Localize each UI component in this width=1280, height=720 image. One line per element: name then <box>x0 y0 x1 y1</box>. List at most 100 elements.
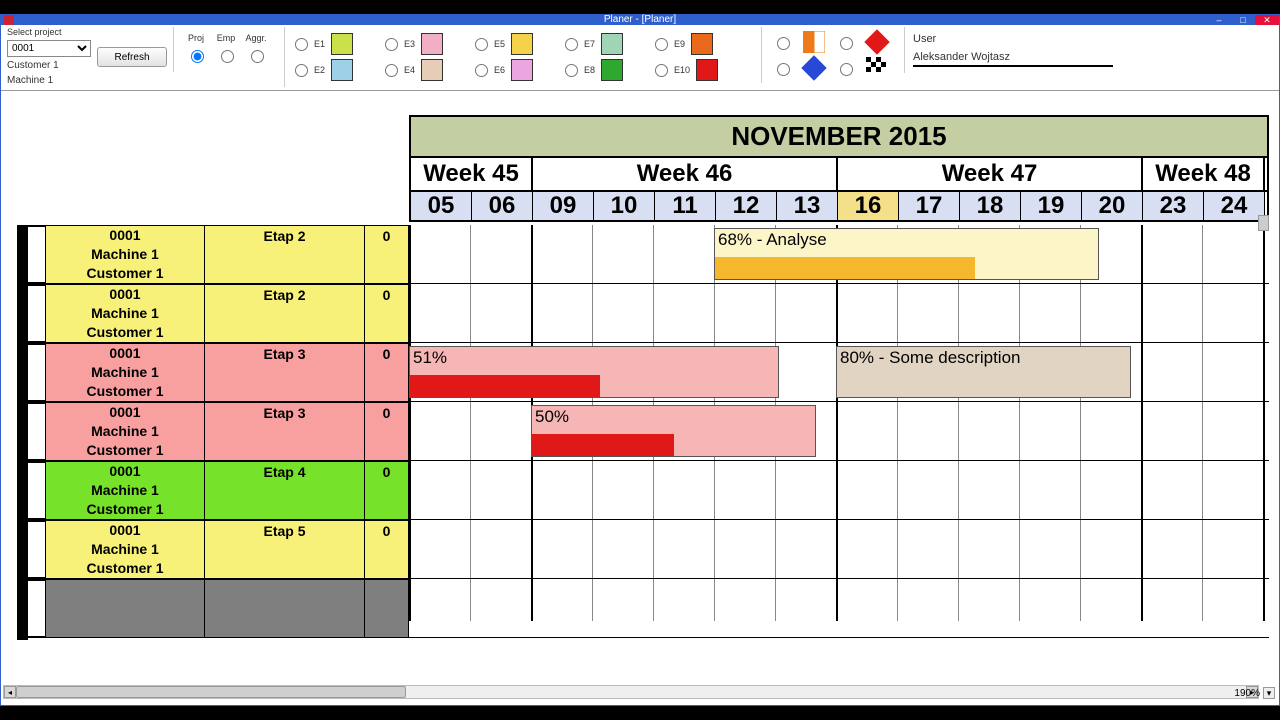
scroll-left-button[interactable]: ◂ <box>4 686 16 698</box>
etap-swatch-E4 <box>421 59 443 81</box>
maximize-button[interactable]: □ <box>1231 15 1255 25</box>
etap-label-E7: E7 <box>584 39 595 49</box>
etap-label-E2: E2 <box>314 65 325 75</box>
row-project-cell: 0001Machine 1Customer 1 <box>45 225 205 284</box>
row-zero-cell: 0 <box>365 284 409 343</box>
etap-label-E4: E4 <box>404 65 415 75</box>
user-name: Aleksander Wojtasz <box>913 51 1113 67</box>
zoom-out-button[interactable]: ▾ <box>1263 687 1275 699</box>
day-header: 13 <box>777 192 838 220</box>
radio-head-aggr: Aggr. <box>244 33 268 43</box>
bar-progress <box>715 257 975 279</box>
row-project-cell: 0001Machine 1Customer 1 <box>45 461 205 520</box>
etap-label-E3: E3 <box>404 39 415 49</box>
etap-radio-E7[interactable] <box>565 38 578 51</box>
row-handle[interactable] <box>17 225 45 284</box>
gantt-bar[interactable]: 51% <box>409 346 779 398</box>
gantt-bar[interactable]: 50% <box>531 405 816 457</box>
gantt-bar[interactable]: 80% - Some description <box>836 346 1131 398</box>
etap-radio-E1[interactable] <box>295 38 308 51</box>
gantt-row: 0001Machine 1Customer 1 Etap 2 0 <box>17 284 1269 343</box>
project-select[interactable]: 0001 <box>7 40 91 57</box>
extra-radio-3[interactable] <box>777 63 790 76</box>
select-project-label: Select project <box>7 27 91 37</box>
row-zero-cell: 0 <box>365 402 409 461</box>
row-etap-cell: Etap 3 <box>205 343 365 402</box>
etap-radio-E2[interactable] <box>295 64 308 77</box>
row-gantt-track[interactable]: 68% - Analyse <box>409 225 1269 284</box>
etap-radio-E4[interactable] <box>385 64 398 77</box>
vertical-scrollbar[interactable] <box>1258 215 1269 231</box>
row-handle[interactable] <box>17 343 45 402</box>
day-header: 05 <box>411 192 472 220</box>
etap-radio-E6[interactable] <box>475 64 488 77</box>
row-handle[interactable] <box>17 579 45 638</box>
row-gantt-track[interactable] <box>409 520 1269 579</box>
etap-radio-E5[interactable] <box>475 38 488 51</box>
week-header: Week 48 <box>1143 158 1265 190</box>
gantt-bar[interactable]: 68% - Analyse <box>714 228 1099 280</box>
week-header: Week 46 <box>533 158 838 190</box>
etap-radio-E3[interactable] <box>385 38 398 51</box>
machine-label: Machine 1 <box>7 75 91 87</box>
extra-radio-4[interactable] <box>840 63 853 76</box>
row-gantt-track[interactable] <box>409 461 1269 520</box>
row-project-cell: 0001Machine 1Customer 1 <box>45 520 205 579</box>
row-zero-cell: 0 <box>365 343 409 402</box>
row-handle[interactable] <box>17 520 45 579</box>
etap-radio-E9[interactable] <box>655 38 668 51</box>
radio-emp[interactable] <box>221 50 234 63</box>
day-header: 06 <box>472 192 533 220</box>
flag-icon <box>866 57 888 79</box>
gantt-row <box>17 579 1269 638</box>
row-gantt-track[interactable] <box>409 284 1269 343</box>
gantt-row: 0001Machine 1Customer 1 Etap 3 0 50% <box>17 402 1269 461</box>
etap-radio-E10[interactable] <box>655 64 668 77</box>
etap-label-E6: E6 <box>494 65 505 75</box>
close-button[interactable]: ✕ <box>1255 15 1279 25</box>
day-header: 10 <box>594 192 655 220</box>
row-etap-cell: Etap 5 <box>205 520 365 579</box>
radio-aggr[interactable] <box>251 50 264 63</box>
etap-radio-E8[interactable] <box>565 64 578 77</box>
gantt-row: 0001Machine 1Customer 1 Etap 5 0 <box>17 520 1269 579</box>
row-etap-cell <box>205 579 365 638</box>
etap-label-E1: E1 <box>314 39 325 49</box>
week-header: Week 47 <box>838 158 1143 190</box>
etap-label-E9: E9 <box>674 39 685 49</box>
row-project-cell <box>45 579 205 638</box>
row-handle[interactable] <box>17 402 45 461</box>
day-header: 11 <box>655 192 716 220</box>
minimize-button[interactable]: – <box>1207 15 1231 25</box>
row-gantt-track[interactable]: 50% <box>409 402 1269 461</box>
titlebar[interactable]: Planer - [Planer] – □ ✕ <box>1 15 1279 25</box>
row-handle[interactable] <box>17 461 45 520</box>
extra-radio-2[interactable] <box>840 37 853 50</box>
bar-label: 50% <box>535 407 569 427</box>
row-zero-cell: 0 <box>365 520 409 579</box>
row-gantt-track[interactable] <box>409 579 1269 638</box>
window-title: Planer - [Planer] <box>1 15 1279 25</box>
horizontal-scrollbar[interactable]: ◂ ▸ <box>3 685 1259 699</box>
day-header: 18 <box>960 192 1021 220</box>
radio-head-proj: Proj <box>184 33 208 43</box>
bar-progress <box>532 434 674 456</box>
zoom-control: 190% ▾ <box>1234 687 1275 699</box>
view-radio-group: Proj Emp Aggr. <box>173 27 278 72</box>
extra-radio-1[interactable] <box>777 37 790 50</box>
scrollbar-thumb[interactable] <box>16 686 406 698</box>
etap-label-E8: E8 <box>584 65 595 75</box>
row-etap-cell: Etap 2 <box>205 284 365 343</box>
radio-proj[interactable] <box>191 50 204 63</box>
refresh-button[interactable]: Refresh <box>97 47 167 67</box>
etap-swatch-E5 <box>511 33 533 55</box>
row-gantt-track[interactable]: 51% 80% - Some description <box>409 343 1269 402</box>
toolbar: Select project 0001 Customer 1 Machine 1… <box>1 25 1279 91</box>
gantt-row: 0001Machine 1Customer 1 Etap 3 0 51% 80%… <box>17 343 1269 402</box>
bar-label: 68% - Analyse <box>718 230 827 250</box>
gantt-row: 0001Machine 1Customer 1 Etap 4 0 <box>17 461 1269 520</box>
bar-progress <box>410 375 600 397</box>
row-handle[interactable] <box>17 284 45 343</box>
bar-label: 80% - Some description <box>840 348 1020 368</box>
day-header: 09 <box>533 192 594 220</box>
